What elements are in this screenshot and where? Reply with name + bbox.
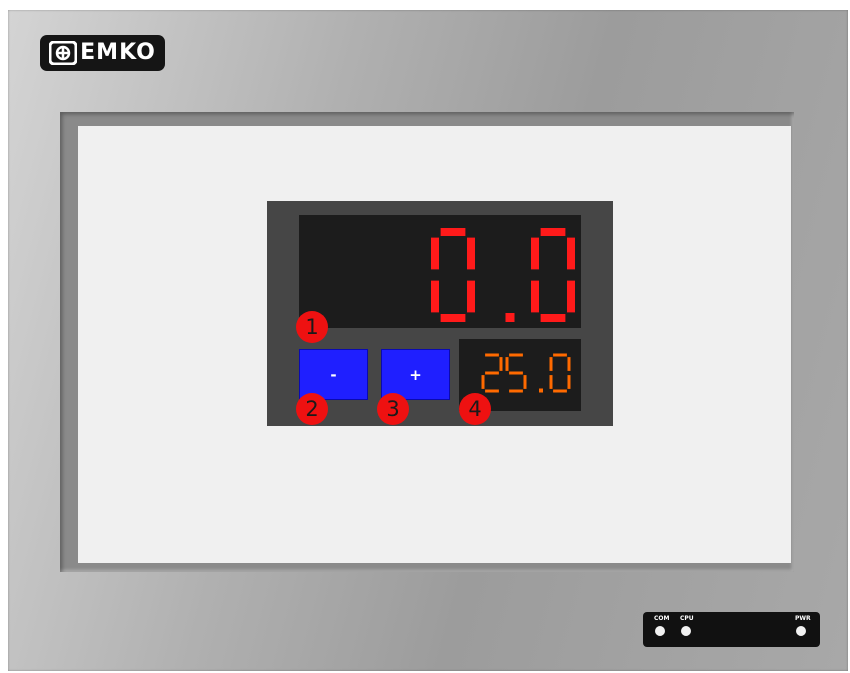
marker-3: 3: [377, 393, 409, 425]
digit-1: [531, 228, 575, 322]
marker-1: 1: [296, 311, 328, 343]
cpu-led: [681, 626, 691, 636]
pwr-led: [796, 626, 806, 636]
emko-logo: EMKO: [40, 35, 165, 71]
marker-2: 2: [296, 393, 328, 425]
digit-0: [481, 353, 503, 393]
status-led-bar: COM CPU PWR: [643, 612, 820, 647]
cpu-led-label: CPU: [680, 615, 694, 622]
pwr-led-label: PWR: [795, 615, 811, 622]
com-led: [655, 626, 665, 636]
decimal-point: [539, 388, 543, 393]
digit-2: [549, 353, 571, 393]
brand-name: EMKO: [80, 40, 156, 65]
marker-4: 4: [459, 393, 491, 425]
process-value-digits: [431, 228, 575, 322]
decimal-point: [505, 313, 515, 322]
com-led-label: COM: [654, 615, 670, 622]
process-value-display: 0.0: [299, 215, 581, 328]
emko-logo-icon: [49, 41, 78, 65]
digit-0: [431, 228, 475, 322]
digit-1: [505, 353, 527, 393]
